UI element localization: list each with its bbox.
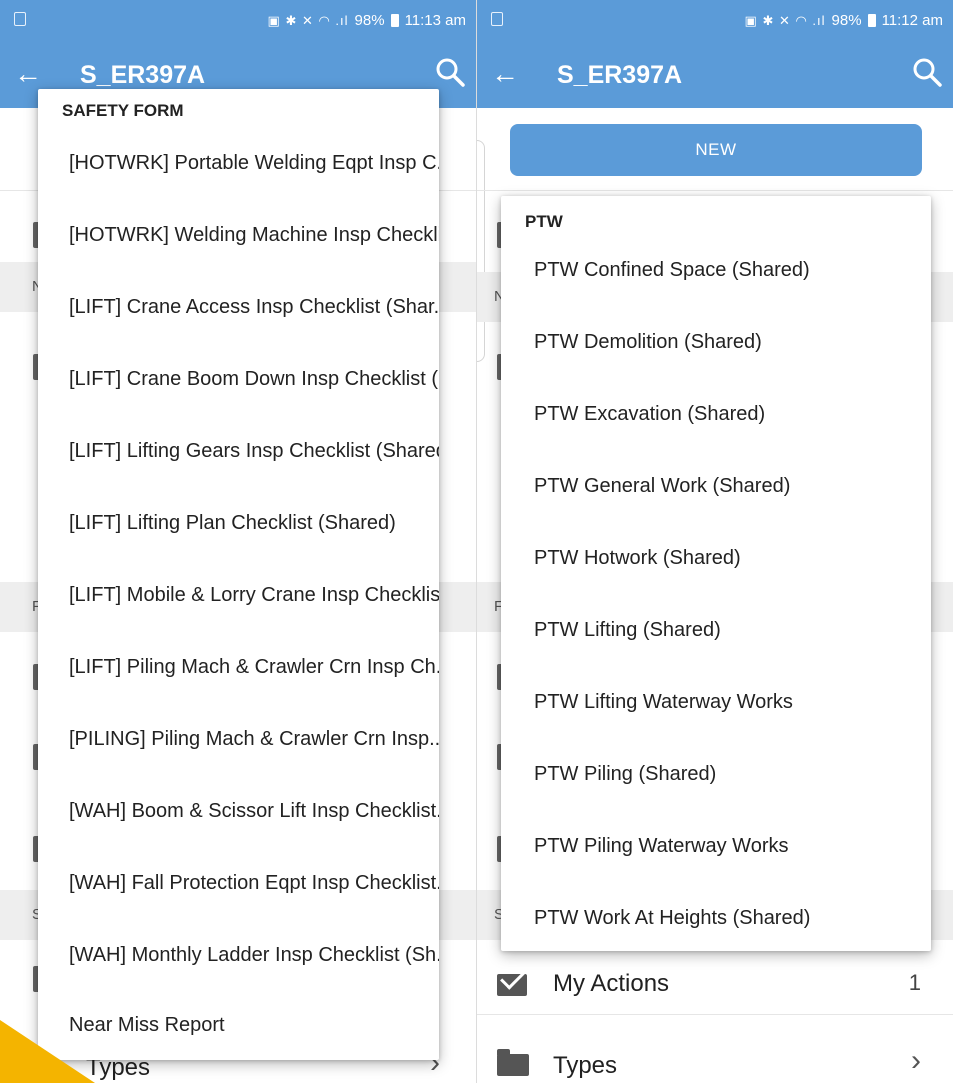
menu-item[interactable]: [WAH] Fall Protection Eqpt Insp Checklis… [69, 865, 439, 901]
menu-item[interactable]: PTW Lifting Waterway Works [534, 684, 924, 720]
menu-item[interactable]: PTW Hotwork (Shared) [534, 540, 924, 576]
menu-item[interactable]: [LIFT] Crane Access Insp Checklist (Shar… [69, 289, 439, 325]
battery-icon [390, 14, 399, 27]
battery-percent: 98% [354, 12, 385, 29]
menu-item[interactable]: [WAH] Boom & Scissor Lift Insp Checklist… [69, 793, 439, 829]
page-title: S_ER397A [80, 61, 206, 89]
folder-icon [497, 1049, 529, 1076]
menu-item[interactable]: PTW Work At Heights (Shared) [534, 900, 924, 936]
my-actions-label: My Actions [553, 970, 670, 997]
gallery-notification-icon [491, 12, 503, 26]
menu-item[interactable]: PTW General Work (Shared) [534, 468, 924, 504]
menu-item[interactable]: [LIFT] Lifting Plan Checklist (Shared) [69, 505, 439, 541]
menu-item[interactable]: PTW Confined Space (Shared) [534, 252, 924, 288]
types-label: Types [553, 1052, 618, 1079]
battery-percent: 98% [831, 12, 862, 29]
safety-form-menu: SAFETY FORM [HOTWRK] Portable Welding Eq… [38, 89, 439, 1060]
page-title: S_ER397A [557, 61, 683, 89]
menu-item-near-miss-report[interactable]: Near Miss Report [69, 1007, 439, 1043]
search-icon[interactable] [911, 56, 943, 88]
mail-icon [497, 974, 527, 996]
menu-item[interactable]: PTW Excavation (Shared) [534, 396, 924, 432]
decorative-corner-shape [0, 1020, 95, 1083]
menu-item[interactable]: [LIFT] Piling Mach & Crawler Crn Insp Ch… [69, 649, 439, 685]
battery-icon [867, 14, 876, 27]
app-bar: ← S_ER397A [477, 44, 953, 108]
gallery-notification-icon [14, 12, 26, 26]
clock: 11:13 am [404, 12, 466, 29]
menu-item[interactable]: PTW Piling (Shared) [534, 756, 924, 792]
clock: 11:12 am [881, 12, 943, 29]
back-arrow-icon[interactable]: ← [14, 56, 42, 92]
chevron-right-icon: › [911, 1044, 921, 1077]
types-row[interactable]: Types › [477, 1024, 953, 1083]
menu-item[interactable]: [HOTWRK] Portable Welding Eqpt Insp C... [69, 145, 439, 181]
status-bar: ▣ ✱ ✕ ◠ .ıl 98% 11:13 am [0, 0, 476, 44]
menu-header: PTW [525, 212, 563, 231]
menu-item[interactable]: [PILING] Piling Mach & Crawler Crn Insp.… [69, 721, 439, 757]
menu-item[interactable]: [LIFT] Crane Boom Down Insp Checklist (.… [69, 361, 439, 397]
left-screen: ▣ ✱ ✕ ◠ .ıl 98% 11:13 am ← S_ER397A N F … [0, 0, 476, 1083]
status-bar: ▣ ✱ ✕ ◠ .ıl 98% 11:12 am [477, 0, 953, 44]
menu-item[interactable]: [WAH] Monthly Ladder Insp Checklist (Sh.… [69, 937, 439, 973]
menu-item[interactable]: PTW Lifting (Shared) [534, 612, 924, 648]
search-icon[interactable] [434, 56, 466, 88]
back-arrow-icon[interactable]: ← [491, 56, 519, 92]
ptw-menu: PTW PTW Confined Space (Shared) PTW Demo… [501, 196, 931, 951]
status-icons: ▣ ✱ ✕ ◠ .ıl [267, 12, 349, 28]
menu-header: SAFETY FORM [62, 101, 184, 120]
menu-item[interactable]: [LIFT] Lifting Gears Insp Checklist (Sha… [69, 433, 439, 469]
right-screen: ▣ ✱ ✕ ◠ .ıl 98% 11:12 am ← S_ER397A NEW … [477, 0, 953, 1083]
menu-item[interactable]: [HOTWRK] Welding Machine Insp Checkli... [69, 217, 439, 253]
my-actions-row[interactable]: My Actions 1 [477, 952, 953, 1015]
menu-item[interactable]: PTW Piling Waterway Works [534, 828, 924, 864]
my-actions-count: 1 [908, 970, 921, 995]
status-icons: ▣ ✱ ✕ ◠ .ıl [744, 12, 826, 28]
menu-item[interactable]: [LIFT] Mobile & Lorry Crane Insp Checkli… [69, 577, 439, 613]
list-row [477, 108, 953, 191]
menu-item[interactable]: PTW Demolition (Shared) [534, 324, 924, 360]
